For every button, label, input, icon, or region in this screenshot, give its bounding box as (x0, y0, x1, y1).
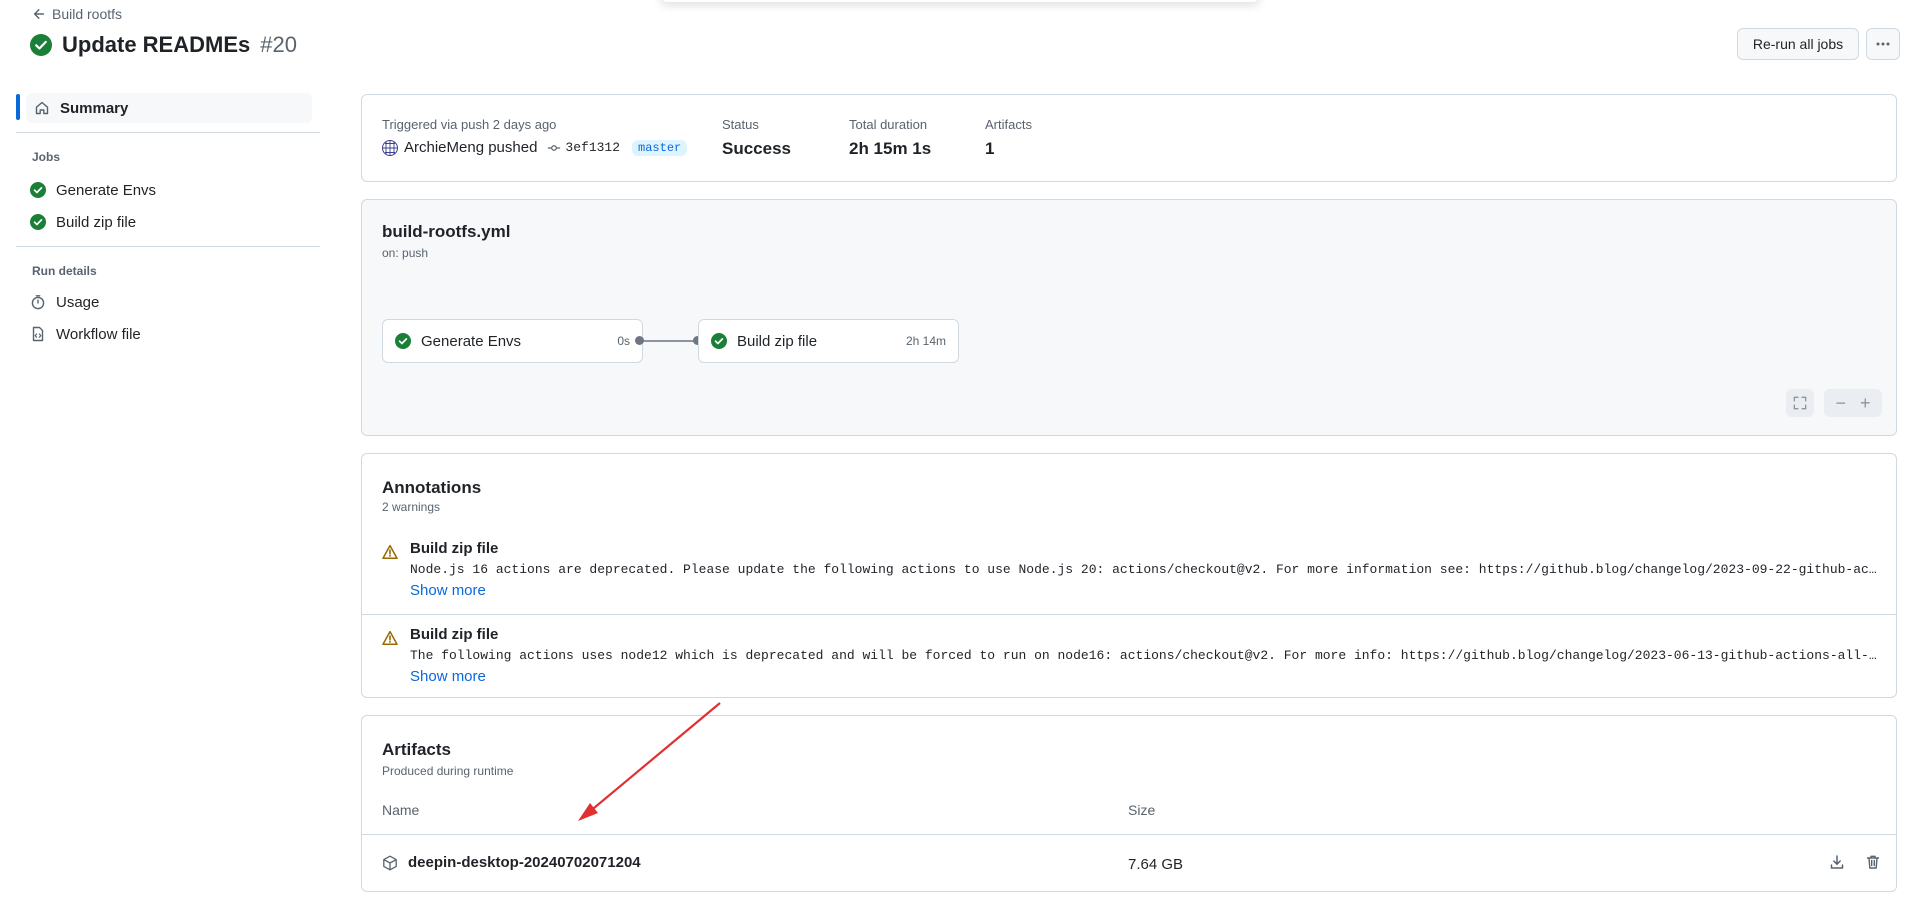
commit-sha-text: 3ef1312 (565, 140, 621, 155)
annotations-title: Annotations (382, 478, 482, 497)
annotation-title: Build zip file (410, 626, 499, 643)
sidebar-item-label: Summary (60, 99, 129, 117)
file-code-icon (32, 326, 44, 342)
zoom-in-button[interactable]: + (1860, 393, 1871, 414)
graph-job-duration: 0s (617, 334, 630, 348)
zoom-controls: − + (1824, 389, 1882, 417)
graph-job-build-zip-file[interactable]: Build zip file 2h 14m (698, 319, 959, 363)
page-title: Update READMEs #20 (30, 32, 297, 58)
artifact-row-name[interactable]: deepin-desktop-20240702071204 (382, 854, 641, 871)
push-info: ArchieMeng pushed 3ef1312 master (382, 139, 688, 156)
rerun-all-jobs-button[interactable]: Re-run all jobs (1737, 28, 1859, 60)
branch-badge[interactable]: master (632, 139, 688, 156)
annotation-message: Node.js 16 actions are deprecated. Pleas… (410, 562, 1880, 577)
sidebar-item-build-zip-file[interactable]: Build zip file (30, 208, 136, 236)
back-link-label: Build rootfs (52, 6, 123, 22)
sidebar-active-indicator (16, 94, 20, 120)
alert-icon (382, 630, 398, 645)
package-icon (383, 855, 397, 870)
sidebar-divider (16, 132, 320, 133)
sidebar-item-summary[interactable]: Summary (26, 93, 312, 123)
run-title: Update READMEs (62, 32, 251, 57)
sidebar-item-label: Generate Envs (56, 181, 157, 199)
duration-label: Total duration (849, 117, 928, 132)
artifacts-subtitle: Produced during runtime (382, 764, 514, 778)
status-label: Status (722, 117, 759, 132)
success-check-icon (30, 34, 52, 56)
git-commit-icon (548, 144, 561, 151)
success-check-icon (711, 333, 727, 349)
graph-job-duration: 2h 14m (905, 334, 946, 348)
sidebar-item-label: Workflow file (56, 325, 141, 343)
zoom-out-button[interactable]: − (1835, 393, 1846, 414)
sidebar-jobs-heading: Jobs (32, 150, 61, 164)
run-summary-panel: Triggered via push 2 days ago ArchieMeng… (361, 94, 1897, 182)
annotation-title: Build zip file (410, 540, 499, 557)
column-header-name: Name (382, 802, 420, 818)
sidebar-item-workflow-file[interactable]: Workflow file (30, 320, 141, 348)
artifacts-count-label: Artifacts (985, 117, 1032, 132)
stopwatch-icon (31, 295, 45, 310)
sidebar-item-label: Build zip file (56, 213, 137, 231)
artifacts-panel: Artifacts Produced during runtime Name S… (361, 715, 1897, 892)
annotations-panel: Annotations 2 warnings Build zip file No… (361, 453, 1897, 698)
annotation-message: The following actions uses node12 which … (410, 648, 1880, 663)
graph-job-label: Build zip file (737, 332, 818, 350)
sidebar-item-generate-envs[interactable]: Generate Envs (30, 176, 156, 204)
show-more-link[interactable]: Show more (410, 668, 486, 685)
run-number: #20 (260, 32, 297, 57)
trash-icon[interactable] (1865, 854, 1881, 870)
arrow-left-icon (33, 9, 45, 19)
sidebar-item-usage[interactable]: Usage (30, 288, 99, 316)
duration-value: 2h 15m 1s (849, 139, 932, 158)
artifacts-title: Artifacts (382, 740, 451, 759)
artifacts-count-value[interactable]: 1 (985, 139, 994, 159)
actor-name[interactable]: ArchieMeng pushed (404, 139, 537, 156)
graph-connector (639, 340, 697, 342)
graph-job-generate-envs[interactable]: Generate Envs 0s (382, 319, 643, 363)
more-options-button[interactable] (1866, 28, 1900, 60)
fullscreen-button[interactable] (1786, 389, 1814, 417)
annotation-divider (362, 614, 1896, 615)
graph-job-label: Generate Envs (421, 332, 522, 350)
kebab-horizontal-icon (1876, 42, 1890, 46)
sidebar-divider (16, 246, 320, 247)
sidebar-run-details-heading: Run details (32, 264, 97, 278)
graph-connector-dot (635, 336, 644, 345)
triggered-text: Triggered via push 2 days ago (382, 117, 557, 132)
commit-sha[interactable]: 3ef1312 (547, 140, 620, 155)
artifact-size: 7.64 GB (1128, 856, 1184, 873)
avatar[interactable] (382, 139, 398, 156)
success-check-icon (30, 182, 46, 198)
status-value: Success (722, 139, 791, 158)
show-more-link[interactable]: Show more (410, 582, 486, 599)
workflow-trigger: on: push (382, 246, 429, 260)
download-icon[interactable] (1829, 854, 1845, 870)
workflow-graph-panel: build-rootfs.yml on: push Generate Envs … (361, 199, 1897, 436)
workflow-file-name: build-rootfs.yml (382, 222, 511, 241)
column-header-size: Size (1128, 802, 1156, 818)
home-icon (35, 101, 49, 115)
artifact-name: deepin-desktop-20240702071204 (408, 854, 641, 871)
sidebar-item-label: Usage (56, 293, 100, 311)
table-divider (362, 834, 1896, 835)
alert-icon (382, 544, 398, 559)
screen-full-icon (1793, 396, 1807, 410)
back-link[interactable]: Build rootfs (32, 6, 122, 22)
annotations-subtitle: 2 warnings (382, 500, 441, 514)
success-check-icon (395, 333, 411, 349)
floating-overlay-edge (660, 0, 1260, 2)
success-check-icon (30, 214, 46, 230)
